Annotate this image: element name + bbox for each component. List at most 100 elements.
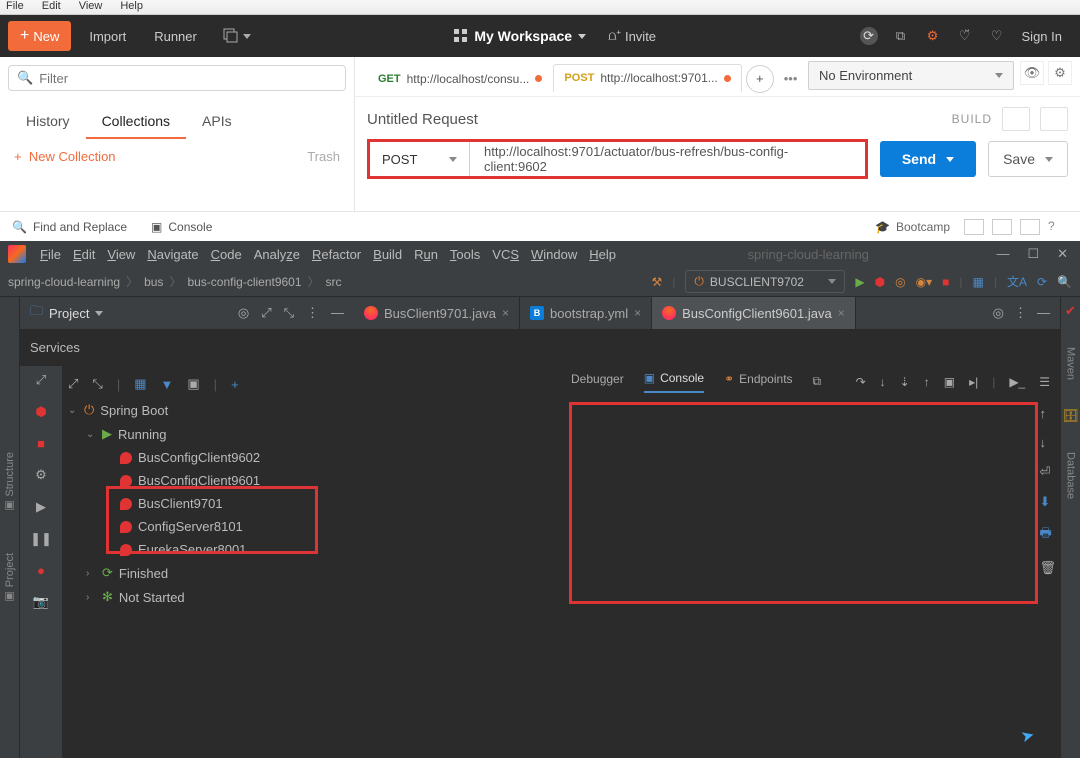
database-tool-button[interactable]: Database [1065,452,1077,499]
evaluate-icon[interactable]: ▶_ [1009,375,1025,389]
menu-file[interactable]: File [6,0,24,14]
force-step-icon[interactable]: ⇣ [900,375,910,389]
camera-icon[interactable]: 📷 [33,594,49,610]
play-icon[interactable]: ▶ [36,499,46,515]
docs-icon[interactable] [1040,107,1068,131]
tab-apis[interactable]: APIs [186,105,248,139]
menu-help[interactable]: Help [585,245,620,264]
tree-app-2[interactable]: BusClient9701 [62,492,561,515]
stop-icon[interactable]: ■ [37,436,45,451]
tree-finished-node[interactable]: ›⟳ Finished [62,561,561,585]
delete-icon[interactable]: 🗑 [1039,560,1056,576]
hide-icon[interactable]: — [331,305,344,321]
expand-icon[interactable]: ⤢ [68,376,78,392]
menu-file[interactable]: File [36,245,65,264]
filter-icon[interactable]: ▼ [161,377,174,392]
debug-console-body[interactable]: ↑ ↓ ⏎ ⬇ 🖶 🗑 [569,402,1052,754]
breadcrumb[interactable]: spring-cloud-learning〉 bus〉 bus-config-c… [8,273,342,290]
filter-input[interactable] [39,71,337,86]
close-tab-icon[interactable]: × [838,306,845,320]
editor-tab-2[interactable]: BusConfigClient9601.java× [652,297,856,329]
run-config-selector[interactable]: ⏻BUSCLIENT9702 [685,270,845,293]
collapse-icon[interactable]: ⤡ [92,376,102,392]
menu-code[interactable]: Code [207,245,246,264]
invite-button[interactable]: ⩍⁺ Invite [600,24,664,48]
tab-options-button[interactable]: ••• [780,67,802,90]
close-icon[interactable]: ✕ [1057,246,1068,262]
hammer-icon[interactable]: ⚒ [652,275,663,289]
import-button[interactable]: Import [79,23,136,50]
tree-app-3[interactable]: ConfigServer8101 [62,515,561,538]
env-settings-icon[interactable]: ⚙ [1048,61,1072,85]
close-tab-icon[interactable]: × [502,306,509,320]
coverage-icon[interactable]: ◎ [895,275,905,289]
options-icon[interactable]: ⋮ [1014,305,1027,321]
windows-dropdown[interactable] [215,24,259,48]
step-into-icon[interactable]: ↓ [880,375,886,389]
menu-navigate[interactable]: Navigate [143,245,202,264]
capture-icon[interactable]: ⧉ [892,27,910,45]
tree-app-1[interactable]: BusConfigClient9601 [62,469,561,492]
build-label[interactable]: BUILD [952,112,992,126]
update-icon[interactable]: ⟳ [1037,275,1047,289]
pause-icon[interactable]: ❚❚ [30,531,52,547]
send-button[interactable]: Send [880,141,976,177]
menu-window[interactable]: Window [527,245,581,264]
download-icon[interactable]: ⬇ [1039,494,1056,510]
settings-icon[interactable]: ⚙ [35,467,47,483]
runner-button[interactable]: Runner [144,23,207,50]
sync-off-icon[interactable]: ⟳ [860,27,878,45]
pane-layout-2-icon[interactable] [992,219,1012,235]
step-over-icon[interactable]: ↷ [856,375,866,389]
record-icon[interactable]: ● [37,563,45,578]
debugger-tab[interactable]: Debugger [571,372,624,392]
new-button[interactable]: +New [8,21,71,51]
debug-icon[interactable]: ⬢ [875,275,885,289]
save-button[interactable]: Save [988,141,1068,177]
minimize-icon[interactable]: — [996,246,1009,262]
tab-history[interactable]: History [10,105,86,139]
console-tab[interactable]: ▣Console [644,371,704,393]
editor-tab-1[interactable]: Bbootstrap.yml× [520,297,652,329]
drop-frame-icon[interactable]: ▣ [944,375,955,389]
settings-icon[interactable]: ⋮ [306,305,319,321]
menu-vcs[interactable]: VCS [488,245,523,264]
console-button[interactable]: ▣Console [151,220,212,234]
tree-springboot-node[interactable]: ⌄⏻ Spring Boot [62,398,561,422]
close-tab-icon[interactable]: × [634,306,641,320]
menu-edit[interactable]: Edit [42,0,61,14]
maven-icon[interactable]: ✔ [1065,303,1076,319]
menu-edit[interactable]: Edit [69,245,99,264]
collapse-icon[interactable]: ⤡ [284,305,294,321]
comments-icon[interactable] [1002,107,1030,131]
pane-layout-3-icon[interactable] [1020,219,1040,235]
environment-selector[interactable]: No Environment [808,61,1014,90]
stop-icon[interactable]: ■ [942,275,949,289]
tab-collections[interactable]: Collections [86,105,186,139]
hide-icon[interactable]: — [1037,305,1050,321]
project-structure-icon[interactable]: ▦ [973,275,984,289]
grid-icon[interactable]: ▦ [134,376,146,392]
tree-app-0[interactable]: BusConfigClient9602 [62,446,561,469]
detach-icon[interactable]: ⧉ [813,374,822,389]
trash-link[interactable]: Trash [307,149,340,164]
method-selector[interactable]: POST [370,142,470,176]
run-icon[interactable]: ▶ [855,275,864,289]
new-tab-button[interactable]: + [746,65,774,93]
menu-run[interactable]: Run [410,245,442,264]
maven-tool-button[interactable]: Maven [1065,347,1077,380]
soft-wrap-icon[interactable]: ⏎ [1039,464,1056,480]
layout-icon[interactable]: ▣ [187,376,199,392]
structure-tool-button[interactable]: ▣ Structure [3,452,16,513]
translate-icon[interactable]: 文A [1007,273,1027,290]
menu-refactor[interactable]: Refactor [308,245,365,264]
workspace-selector[interactable]: My Workspace [454,28,586,44]
menu-analyze[interactable]: Analyze [250,245,304,264]
step-out-icon[interactable]: ↑ [924,375,930,389]
filter-box[interactable]: 🔍 [8,65,346,91]
new-collection-link[interactable]: + New Collection [14,149,116,164]
target-icon[interactable]: ◎ [993,305,1004,321]
help-icon[interactable]: ? [1048,219,1068,235]
menu-help[interactable]: Help [120,0,143,14]
url-input[interactable]: http://localhost:9701/actuator/bus-refre… [470,144,865,174]
